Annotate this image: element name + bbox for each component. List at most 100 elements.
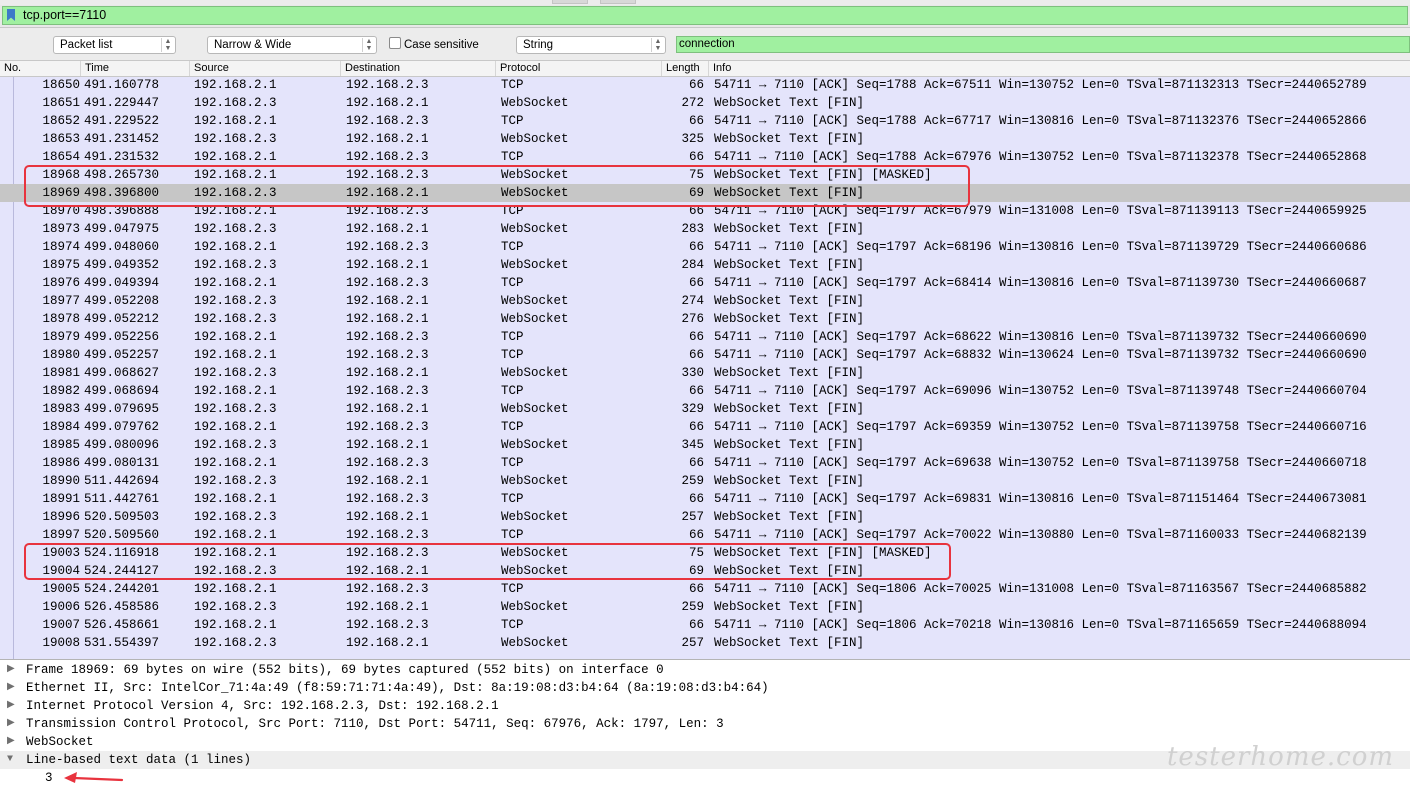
packet-time: 499.068694 — [84, 384, 160, 398]
packet-row[interactable]: 18650 491.160778 192.168.2.1 192.168.2.3 TCP… — [0, 77, 1410, 94]
packet-number: 18982 — [42, 384, 80, 398]
search-type-select[interactable]: String ▲ ▼ — [516, 36, 666, 54]
display-filter-input[interactable]: tcp.port==7110 — [2, 6, 1408, 25]
packet-row[interactable]: 19007 526.458661 192.168.2.1 192.168.2.3 TCP… — [0, 616, 1410, 634]
packet-row[interactable]: 18973 499.047975 192.168.2.3 192.168.2.1 Web… — [0, 220, 1410, 238]
packet-time: 499.079762 — [84, 420, 160, 434]
packet-source: 192.168.2.3 — [194, 132, 277, 146]
packet-row[interactable]: 18652 491.229522 192.168.2.1 192.168.2.3 TCP… — [0, 112, 1410, 130]
packet-row[interactable]: 18980 499.052257 192.168.2.1 192.168.2.3 TCP… — [0, 346, 1410, 364]
packet-number: 19005 — [42, 582, 80, 596]
packet-number: 18980 — [42, 348, 80, 362]
packet-row[interactable]: 18978 499.052212 192.168.2.3 192.168.2.1 Web… — [0, 310, 1410, 328]
packet-row[interactable]: 18982 499.068694 192.168.2.1 192.168.2.3 TCP… — [0, 382, 1410, 400]
packet-protocol: WebSocket — [501, 312, 569, 326]
annotation-highlight-box — [24, 543, 951, 580]
packet-list-header: No. Time Source Destination Protocol Len… — [0, 61, 1410, 77]
packet-source: 192.168.2.1 — [194, 276, 277, 290]
annotation-highlight-box — [24, 165, 970, 207]
column-header-destination[interactable]: Destination — [340, 61, 495, 76]
packet-protocol: TCP — [501, 420, 524, 434]
packet-row[interactable]: 18654 491.231532 192.168.2.1 192.168.2.3 TCP… — [0, 148, 1410, 166]
packet-number: 18986 — [42, 456, 80, 470]
detail-tree-label: Frame 18969: 69 bytes on wire (552 bits)… — [26, 663, 664, 677]
packet-length: 329 — [681, 402, 704, 416]
packet-row[interactable]: 19006 526.458586 192.168.2.3 192.168.2.1 Web… — [0, 598, 1410, 616]
line-based-text-value[interactable]: 3 — [45, 769, 53, 787]
packet-row[interactable]: 18983 499.079695 192.168.2.3 192.168.2.1 Web… — [0, 400, 1410, 418]
packet-time: 524.244201 — [84, 582, 160, 596]
packet-number: 18979 — [42, 330, 80, 344]
packet-destination: 192.168.2.3 — [346, 240, 429, 254]
search-string-input[interactable]: connection — [676, 36, 1410, 53]
window-tab-handle — [600, 0, 636, 4]
detail-tree-item[interactable]: ▶ Internet Protocol Version 4, Src: 192.1… — [0, 697, 1410, 715]
packet-destination: 192.168.2.3 — [346, 78, 429, 92]
detail-tree-item[interactable]: ▶ Ethernet II, Src: IntelCor_71:4a:49 (f8… — [0, 679, 1410, 697]
packet-destination: 192.168.2.1 — [346, 312, 429, 326]
packet-row[interactable]: 19008 531.554397 192.168.2.3 192.168.2.1 Web… — [0, 634, 1410, 652]
packet-row[interactable]: 18986 499.080131 192.168.2.1 192.168.2.3 TCP… — [0, 454, 1410, 472]
column-header-length[interactable]: Length — [661, 61, 708, 76]
column-header-no[interactable]: No. — [0, 61, 80, 76]
detail-tree-item[interactable]: ▶ Frame 18969: 69 bytes on wire (552 bits… — [0, 661, 1410, 679]
packet-row[interactable]: 18981 499.068627 192.168.2.3 192.168.2.1 Web… — [0, 364, 1410, 382]
packet-number: 18976 — [42, 276, 80, 290]
packet-row[interactable]: 18990 511.442694 192.168.2.3 192.168.2.1 Web… — [0, 472, 1410, 490]
packet-row[interactable]: 18976 499.049394 192.168.2.1 192.168.2.3 TCP… — [0, 274, 1410, 292]
packet-source: 192.168.2.1 — [194, 330, 277, 344]
collapsed-triangle-icon[interactable]: ▶ — [7, 661, 15, 679]
packet-time: 491.229447 — [84, 96, 160, 110]
packet-length: 66 — [688, 150, 704, 164]
packet-time: 511.442694 — [84, 474, 160, 488]
packet-time: 491.160778 — [84, 78, 160, 92]
column-header-protocol[interactable]: Protocol — [495, 61, 661, 76]
packet-row[interactable]: 18996 520.509503 192.168.2.3 192.168.2.1 Web… — [0, 508, 1410, 526]
packet-time: 491.231452 — [84, 132, 160, 146]
packet-row[interactable]: 18997 520.509560 192.168.2.1 192.168.2.3 TCP… — [0, 526, 1410, 544]
packet-source: 192.168.2.1 — [194, 384, 277, 398]
packet-source: 192.168.2.3 — [194, 474, 277, 488]
select-arrows-icon: ▲ ▼ — [362, 38, 375, 52]
search-in-select[interactable]: Packet list ▲ ▼ — [53, 36, 176, 54]
case-sensitive-checkbox[interactable]: Case sensitive — [389, 37, 479, 53]
packet-protocol: WebSocket — [501, 636, 569, 650]
packet-length: 66 — [688, 492, 704, 506]
packet-row[interactable]: 18985 499.080096 192.168.2.3 192.168.2.1 Web… — [0, 436, 1410, 454]
packet-row[interactable]: 18984 499.079762 192.168.2.1 192.168.2.3 TCP… — [0, 418, 1410, 436]
detail-tree-item[interactable]: ▶ Transmission Control Protocol, Src Port… — [0, 715, 1410, 733]
column-header-time[interactable]: Time — [80, 61, 189, 76]
packet-row[interactable]: 18977 499.052208 192.168.2.3 192.168.2.1 Web… — [0, 292, 1410, 310]
checkbox-box[interactable] — [389, 37, 401, 49]
packet-row[interactable]: 18975 499.049352 192.168.2.3 192.168.2.1 Web… — [0, 256, 1410, 274]
packet-info: 54711 → 7110 [ACK] Seq=1806 Ack=70218 Wi… — [714, 618, 1367, 632]
packet-row[interactable]: 18651 491.229447 192.168.2.3 192.168.2.1 Web… — [0, 94, 1410, 112]
collapsed-triangle-icon[interactable]: ▶ — [7, 733, 15, 751]
packet-time: 526.458586 — [84, 600, 160, 614]
packet-number: 18650 — [42, 78, 80, 92]
packet-destination: 192.168.2.3 — [346, 492, 429, 506]
char-width-select[interactable]: Narrow & Wide ▲ ▼ — [207, 36, 377, 54]
packet-destination: 192.168.2.3 — [346, 114, 429, 128]
collapsed-triangle-icon[interactable]: ▶ — [7, 715, 15, 733]
packet-info: 54711 → 7110 [ACK] Seq=1797 Ack=70022 Wi… — [714, 528, 1367, 542]
packet-time: 499.048060 — [84, 240, 160, 254]
packet-row[interactable]: 18974 499.048060 192.168.2.1 192.168.2.3 TCP… — [0, 238, 1410, 256]
expanded-triangle-icon[interactable]: ▼ — [7, 751, 13, 769]
packet-length: 66 — [688, 240, 704, 254]
char-width-value: Narrow & Wide — [214, 39, 292, 51]
bookmark-icon[interactable] — [7, 9, 15, 21]
packet-destination: 192.168.2.1 — [346, 96, 429, 110]
packet-row[interactable]: 18653 491.231452 192.168.2.3 192.168.2.1 Web… — [0, 130, 1410, 148]
collapsed-triangle-icon[interactable]: ▶ — [7, 697, 15, 715]
packet-row[interactable]: 18991 511.442761 192.168.2.1 192.168.2.3 TCP… — [0, 490, 1410, 508]
packet-number: 18984 — [42, 420, 80, 434]
packet-row[interactable]: 18979 499.052256 192.168.2.1 192.168.2.3 TCP… — [0, 328, 1410, 346]
collapsed-triangle-icon[interactable]: ▶ — [7, 679, 15, 697]
column-header-info[interactable]: Info — [708, 61, 1410, 76]
packet-protocol: WebSocket — [501, 438, 569, 452]
annotation-arrow-icon — [64, 772, 124, 783]
column-header-source[interactable]: Source — [189, 61, 340, 76]
packet-protocol: TCP — [501, 114, 524, 128]
packet-row[interactable]: 19005 524.244201 192.168.2.1 192.168.2.3 TCP… — [0, 580, 1410, 598]
